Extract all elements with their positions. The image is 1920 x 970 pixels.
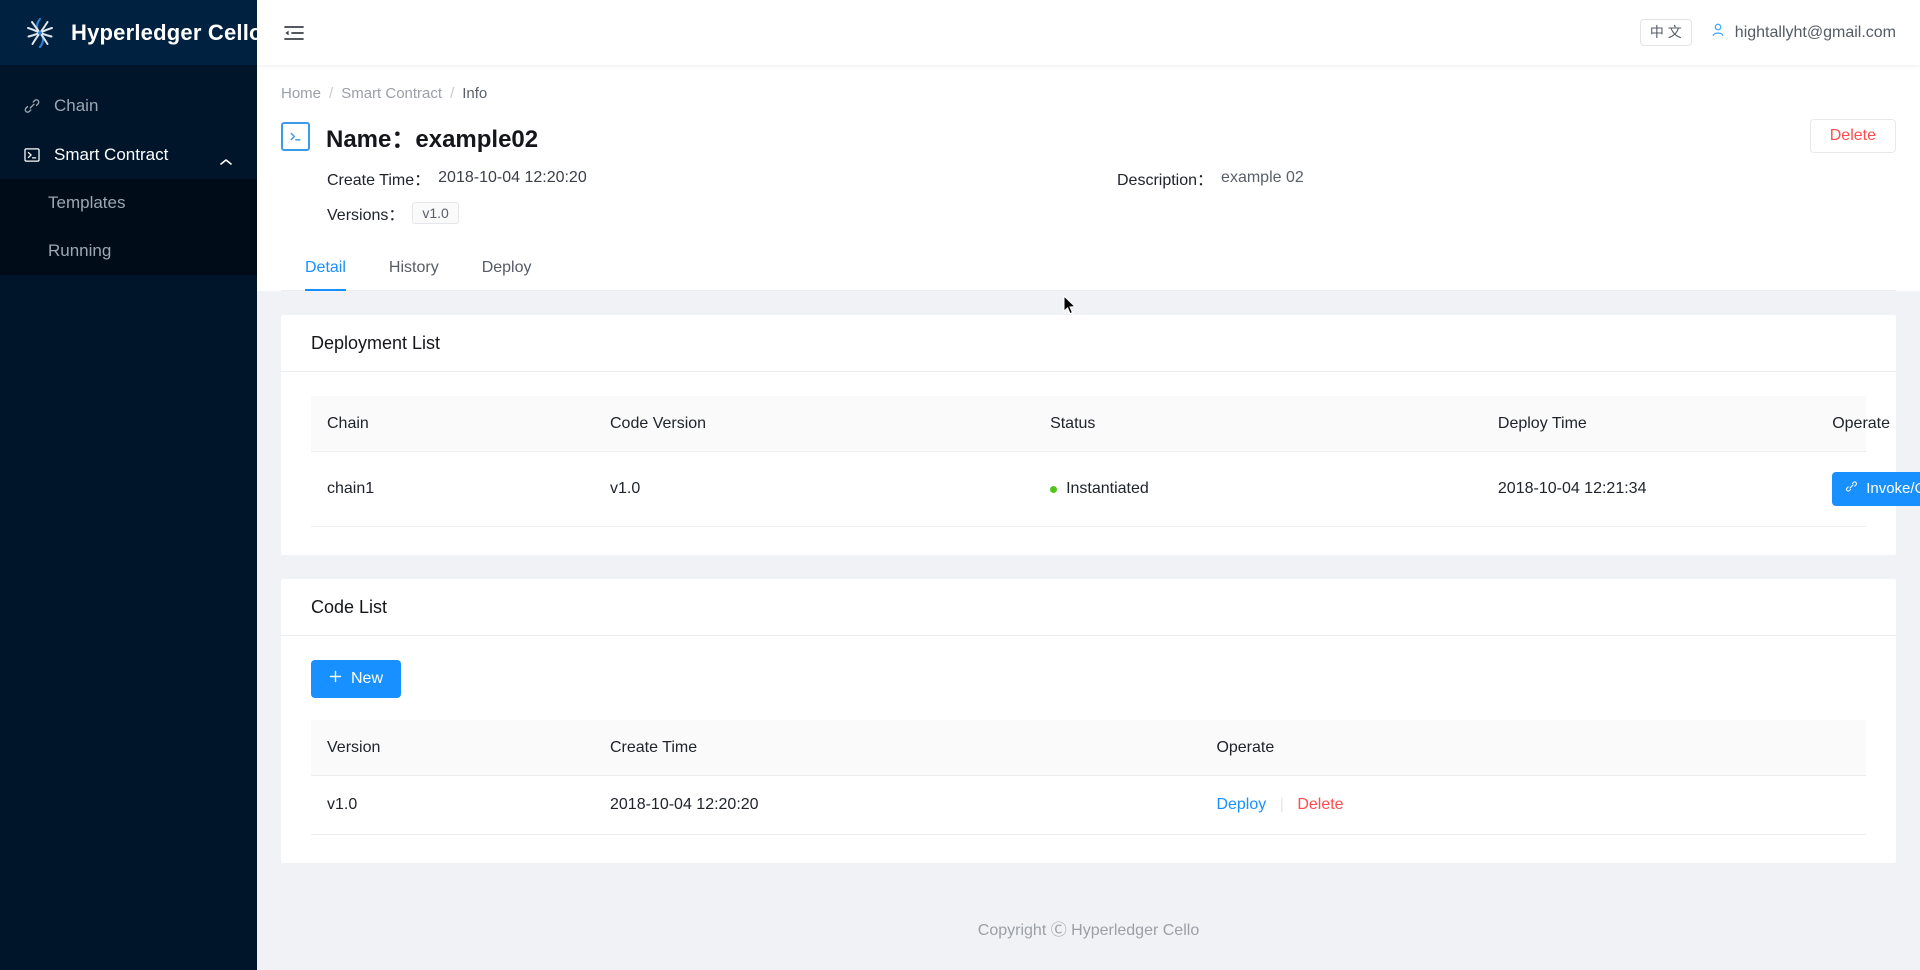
- delete-contract-button[interactable]: Delete: [1809, 119, 1896, 153]
- column-header-status: Status: [1034, 396, 1482, 452]
- console-contract-icon: [281, 122, 310, 151]
- app-root: Hyperledger Cello Chain Smart Contract T…: [0, 0, 1920, 970]
- breadcrumb-separator: /: [450, 85, 455, 102]
- invoke-query-button[interactable]: Invoke/Query: [1832, 472, 1920, 506]
- user-email: hightallyht@gmail.com: [1734, 23, 1896, 41]
- breadcrumb-separator: /: [329, 85, 334, 102]
- deployment-list-card: Deployment List Chain Code Version Statu…: [281, 315, 1920, 555]
- link-chain-icon: [1845, 480, 1858, 498]
- table-row: chain1 v1.0 Instantiated 2018-10-04 12:2…: [311, 451, 1920, 527]
- page-title-row: Name：example02 Delete: [281, 119, 1896, 154]
- page-title-label: Name：: [326, 126, 416, 153]
- code-table: Version Create Time Operate v1.0 2018-10…: [311, 720, 1866, 835]
- column-header-deploy-time: Deploy Time: [1481, 396, 1817, 452]
- meta-label: Versions：: [327, 207, 405, 224]
- page-meta-left: Create Time： 2018-10-04 12:20:20 Version…: [327, 165, 1117, 235]
- tab-deploy[interactable]: Deploy: [482, 247, 532, 290]
- column-header-operate: Operate: [1816, 396, 1890, 452]
- code-list-title: Code List: [281, 579, 1896, 636]
- sidebar: Hyperledger Cello Chain Smart Contract T…: [0, 0, 262, 970]
- menu-fold-icon[interactable]: [279, 18, 309, 48]
- operate-separator: |: [1279, 796, 1284, 813]
- meta-create-time: Create Time： 2018-10-04 12:20:20: [327, 165, 1117, 191]
- cell-version: v1.0: [311, 775, 594, 835]
- sidebar-item-running[interactable]: Running: [0, 227, 257, 275]
- page-header: Home / Smart Contract / Info Name：exampl…: [257, 65, 1920, 291]
- new-code-button[interactable]: New: [311, 660, 402, 698]
- plus-icon: [329, 670, 342, 688]
- sidebar-subitem-label: Running: [48, 241, 112, 260]
- page-meta-right: Description： example 02: [1117, 165, 1304, 235]
- chevron-up-icon: [220, 151, 232, 165]
- cell-operate: Deploy | Delete: [1200, 775, 1866, 835]
- table-row: v1.0 2018-10-04 12:20:20 Deploy | Delete: [311, 775, 1866, 835]
- brand-name: Hyperledger Cello: [71, 19, 263, 45]
- code-list-body: New Version Create Time Operate v1.0 201…: [281, 636, 1896, 863]
- sidebar-logo[interactable]: Hyperledger Cello: [0, 0, 262, 65]
- cello-pinwheel-logo-icon: [21, 14, 59, 52]
- topbar: 中 文 hightallyht@gmail.com: [257, 0, 1920, 65]
- meta-value: example 02: [1221, 169, 1304, 186]
- status-dot-icon: [1050, 485, 1058, 493]
- deployment-list-title: Deployment List: [281, 315, 1896, 372]
- link-icon: [22, 96, 41, 115]
- sidebar-menu: Chain Smart Contract Templates Running: [0, 65, 257, 275]
- tab-history[interactable]: History: [389, 247, 439, 290]
- column-header-chain: Chain: [311, 396, 594, 452]
- column-header-operate: Operate: [1200, 720, 1866, 776]
- cell-status: Instantiated: [1034, 451, 1482, 527]
- user-icon: [1710, 22, 1726, 43]
- cell-chain: chain1: [311, 451, 594, 527]
- deploy-link[interactable]: Deploy: [1216, 796, 1266, 813]
- meta-versions: Versions： v1.0: [327, 200, 1117, 226]
- version-tag: v1.0: [412, 202, 459, 224]
- sidebar-item-smart-contract[interactable]: Smart Contract: [0, 130, 257, 179]
- table-header-row: Chain Code Version Status Deploy Time Op…: [311, 396, 1890, 452]
- sidebar-item-label: Smart Contract: [54, 144, 169, 164]
- table-header-row: Version Create Time Operate: [311, 720, 1866, 776]
- breadcrumb-item-smart-contract[interactable]: Smart Contract: [341, 85, 442, 102]
- column-header-version: Version: [311, 720, 594, 776]
- meta-value: 2018-10-04 12:20:20: [438, 169, 587, 186]
- sidebar-item-templates[interactable]: Templates: [0, 179, 257, 227]
- column-header-create-time: Create Time: [594, 720, 1201, 776]
- code-list-card: Code List New Version Create Time Operat…: [281, 579, 1896, 863]
- sidebar-submenu: Templates Running: [0, 179, 257, 275]
- topbar-right: 中 文 hightallyht@gmail.com: [1639, 19, 1896, 46]
- column-header-code-version: Code Version: [594, 396, 1035, 452]
- meta-label: Description：: [1117, 172, 1214, 189]
- content: Home / Smart Contract / Info Name：exampl…: [257, 65, 1920, 970]
- deployment-table: Chain Code Version Status Deploy Time Op…: [311, 396, 1920, 527]
- page-title-group: Name：example02: [281, 119, 538, 154]
- sidebar-item-chain[interactable]: Chain: [0, 81, 257, 130]
- delete-link[interactable]: Delete: [1297, 796, 1343, 813]
- deployment-list-body: Chain Code Version Status Deploy Time Op…: [281, 372, 1920, 555]
- breadcrumb-item-home[interactable]: Home: [281, 85, 321, 102]
- cell-operate: Invoke/Query: [1816, 451, 1920, 527]
- meta-description: Description： example 02: [1117, 165, 1304, 191]
- meta-label: Create Time：: [327, 172, 431, 189]
- cell-deploy-time: 2018-10-04 12:21:34: [1481, 451, 1817, 527]
- sidebar-subitem-label: Templates: [48, 193, 126, 212]
- tab-bar: Detail History Deploy: [281, 247, 1896, 291]
- language-toggle-button[interactable]: 中 文: [1639, 19, 1692, 46]
- new-code-label: New: [351, 670, 384, 687]
- main-area: 中 文 hightallyht@gmail.com Home / Smart C…: [257, 0, 1920, 970]
- user-menu[interactable]: hightallyht@gmail.com: [1710, 22, 1896, 43]
- console-icon: [22, 145, 41, 164]
- tab-detail[interactable]: Detail: [305, 247, 346, 291]
- page-meta: Create Time： 2018-10-04 12:20:20 Version…: [281, 165, 1896, 235]
- breadcrumb-item-info: Info: [462, 85, 488, 102]
- page-title-value: example02: [415, 126, 539, 153]
- cell-code-version: v1.0: [594, 451, 1035, 527]
- breadcrumb: Home / Smart Contract / Info: [281, 85, 1896, 102]
- status-badge: Instantiated: [1066, 480, 1149, 497]
- page-body: Deployment List Chain Code Version Statu…: [257, 291, 1920, 894]
- cell-create-time: 2018-10-04 12:20:20: [594, 775, 1201, 835]
- footer-copyright: Copyright Ⓒ Hyperledger Cello: [977, 922, 1200, 939]
- invoke-query-label: Invoke/Query: [1866, 480, 1920, 497]
- sidebar-item-label: Chain: [54, 95, 99, 115]
- page-title: Name：example02: [326, 119, 538, 154]
